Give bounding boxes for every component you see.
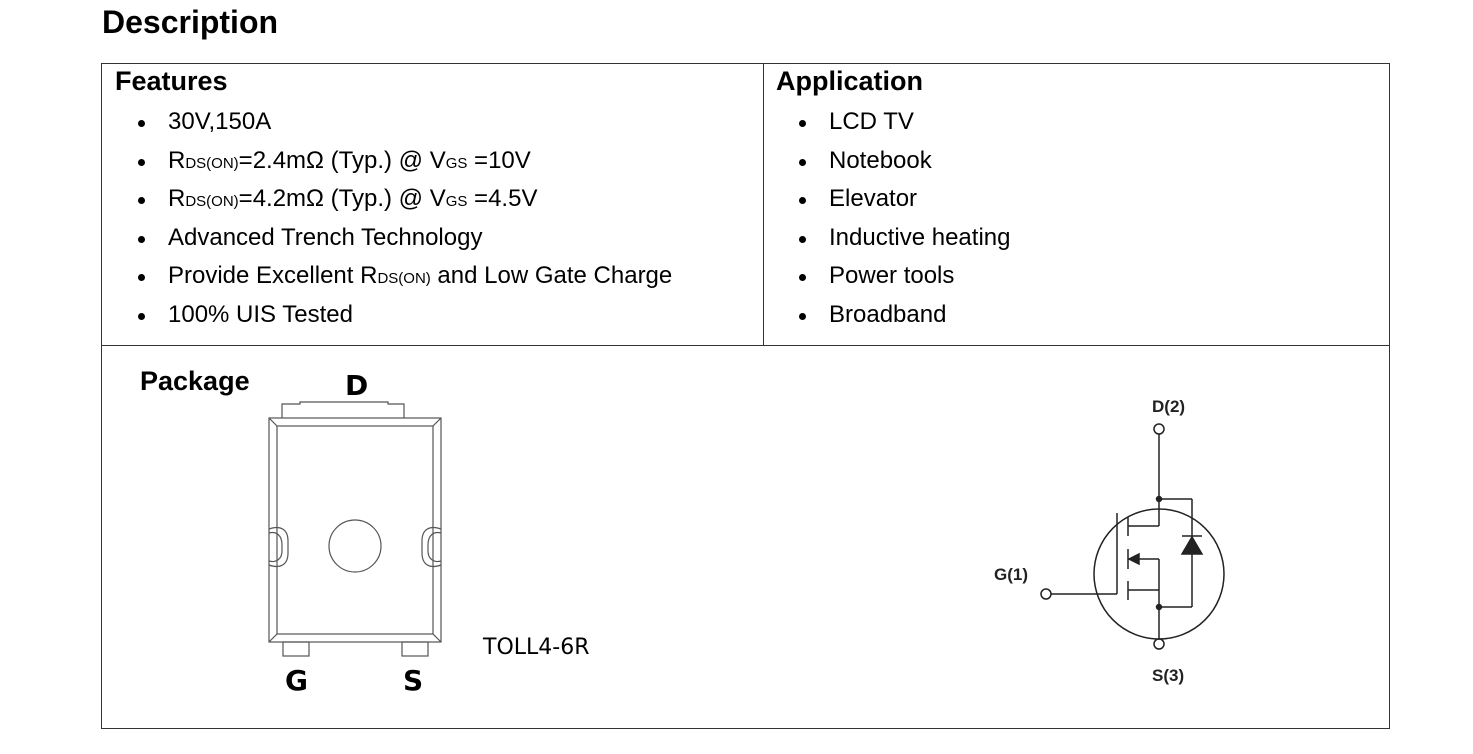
application-item: Notebook	[799, 142, 1010, 181]
feature-item: RDS(ON)=2.4mΩ (Typ.) @ VGS =10V	[138, 142, 672, 181]
feature-text: 30V,150A	[168, 108, 272, 135]
feature-item: Provide Excellent RDS(ON) and Low Gate C…	[138, 257, 672, 296]
features-title: Features	[115, 66, 228, 96]
subscript: DS(ON)	[185, 193, 239, 210]
feature-text: and Low Gate Charge	[430, 262, 673, 289]
description-table: Features 30V,150A RDS(ON)=2.4mΩ (Typ.) @…	[101, 63, 1390, 729]
application-item: Broadband	[799, 296, 1010, 335]
feature-text: R	[168, 185, 186, 212]
feature-text: Provide Excellent R	[168, 262, 378, 289]
package-title: Package	[140, 366, 250, 396]
application-item: Elevator	[799, 180, 1010, 219]
subscript: GS	[445, 193, 468, 210]
subscript: DS(ON)	[185, 154, 239, 172]
column-divider	[763, 64, 764, 345]
feature-text: =4.5V	[467, 185, 538, 212]
features-list: 30V,150A RDS(ON)=2.4mΩ (Typ.) @ VGS =10V…	[138, 103, 672, 334]
subscript: DS(ON)	[377, 270, 431, 287]
application-list: LCD TV Notebook Elevator Inductive heati…	[799, 103, 1010, 334]
application-item: Inductive heating	[799, 219, 1010, 258]
feature-item: Advanced Trench Technology	[138, 219, 672, 258]
feature-text: =4.2mΩ (Typ.) @ V	[238, 185, 446, 212]
feature-text: R	[168, 146, 186, 174]
feature-item: RDS(ON)=4.2mΩ (Typ.) @ VGS =4.5V	[138, 180, 672, 219]
feature-text: Advanced Trench Technology	[168, 223, 483, 251]
package-name: TOLL4-6R	[483, 635, 590, 660]
row-divider	[102, 345, 1389, 346]
feature-text: =2.4mΩ (Typ.) @ V	[238, 146, 446, 174]
subscript: GS	[445, 154, 468, 172]
mosfet-symbol-icon	[1040, 423, 1225, 650]
section-title: Description	[102, 4, 279, 40]
package-outline-icon	[268, 401, 442, 657]
feature-text: 100% UIS Tested	[168, 300, 354, 328]
feature-text: =10V	[467, 146, 531, 174]
application-item: LCD TV	[799, 103, 1010, 142]
application-title: Application	[776, 66, 923, 96]
application-item: Power tools	[799, 257, 1010, 296]
feature-item: 100% UIS Tested	[138, 296, 672, 335]
pin-label-drain: D	[345, 369, 369, 402]
drain-label: D(2)	[1152, 397, 1186, 416]
source-label: S(3)	[1152, 666, 1185, 685]
feature-item: 30V,150A	[138, 103, 672, 142]
gate-label: G(1)	[994, 565, 1028, 584]
